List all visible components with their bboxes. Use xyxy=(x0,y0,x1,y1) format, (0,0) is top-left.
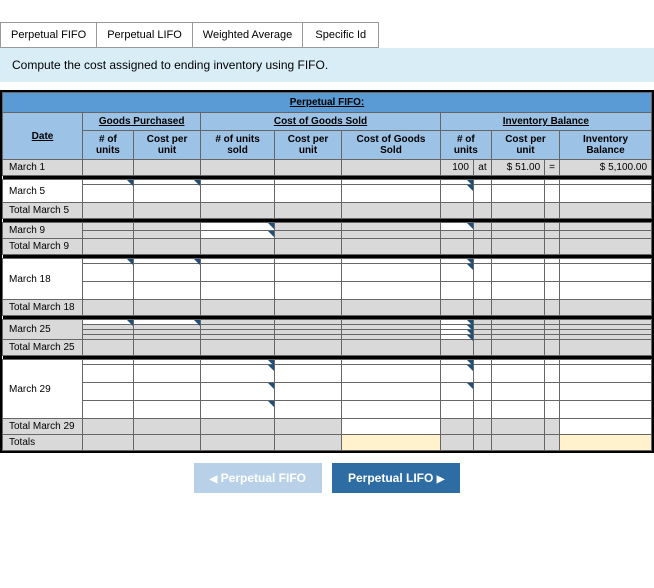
m29-s-units-input-2[interactable] xyxy=(201,365,274,383)
m9-s-units-input-2[interactable] xyxy=(201,231,274,239)
fifo-table: Perpetual FIFO: Date Goods Purchased Cos… xyxy=(0,90,654,453)
col-s-units: # of units sold xyxy=(201,131,274,160)
m9-s-units-input[interactable] xyxy=(201,223,274,231)
row-march9-date: March 9 xyxy=(3,223,83,239)
row-march25-date: March 25 xyxy=(3,320,83,340)
tab-perpetual-lifo[interactable]: Perpetual LIFO xyxy=(97,23,193,47)
col-b-total: Inventory Balance xyxy=(560,131,652,160)
prev-button[interactable]: ◀ Perpetual FIFO xyxy=(194,463,322,493)
col-s-cost: Cost per unit xyxy=(274,131,341,160)
row-total-march9: Total March 9 xyxy=(3,239,83,255)
col-group-cogs: Cost of Goods Sold xyxy=(201,113,440,131)
prev-label: Perpetual FIFO xyxy=(221,471,306,485)
row-total-march25: Total March 25 xyxy=(3,340,83,356)
m25-b-units-input-4[interactable] xyxy=(440,335,473,340)
chevron-left-icon: ◀ xyxy=(210,474,218,485)
col-p-cost: Cost per unit xyxy=(133,131,200,160)
col-p-units: # of units xyxy=(83,131,134,160)
col-b-units: # of units xyxy=(440,131,491,160)
totals-cogs xyxy=(342,435,440,451)
m29-b-units-input-3[interactable] xyxy=(440,383,473,401)
row-march1-date: March 1 xyxy=(3,160,83,176)
next-button[interactable]: Perpetual LIFO ▶ xyxy=(332,463,460,493)
tab-perpetual-fifo[interactable]: Perpetual FIFO xyxy=(1,23,97,47)
m29-b-units-input-2[interactable] xyxy=(440,365,473,383)
m29-s-units-input-4[interactable] xyxy=(201,401,274,419)
m5-p-units-input[interactable] xyxy=(83,180,134,185)
m1-bal: $ 5,100.00 xyxy=(560,160,652,176)
tab-specific-id[interactable]: Specific Id xyxy=(303,23,378,47)
row-march5-date: March 5 xyxy=(3,180,83,203)
row-total-march5: Total March 5 xyxy=(3,203,83,219)
m5-b-units-input-2[interactable] xyxy=(440,185,473,203)
instruction-text: Compute the cost assigned to ending inve… xyxy=(0,48,654,82)
col-date: Date xyxy=(3,113,83,160)
table-title: Perpetual FIFO: xyxy=(3,93,652,113)
m1-eq: = xyxy=(545,160,560,176)
m5-p-cost-input[interactable] xyxy=(133,180,200,185)
col-b-cost: Cost per unit xyxy=(491,131,559,160)
nav-buttons: ◀ Perpetual FIFO Perpetual LIFO ▶ xyxy=(0,463,654,493)
row-total-march18: Total March 18 xyxy=(3,300,83,316)
m9-b-units-input[interactable] xyxy=(440,223,473,231)
m18-p-units-input[interactable] xyxy=(83,259,134,264)
tab-bar: Perpetual FIFO Perpetual LIFO Weighted A… xyxy=(0,22,379,48)
m18-p-cost-input[interactable] xyxy=(133,259,200,264)
m18-b-units-input-2[interactable] xyxy=(440,264,473,282)
row-march29-date: March 29 xyxy=(3,360,83,419)
m25-p-units-input[interactable] xyxy=(83,320,134,325)
totals-balance xyxy=(560,435,652,451)
col-group-purchased: Goods Purchased xyxy=(83,113,201,131)
chevron-right-icon: ▶ xyxy=(437,474,445,485)
col-group-balance: Inventory Balance xyxy=(440,113,651,131)
row-totals: Totals xyxy=(3,435,83,451)
m1-units: 100 xyxy=(440,160,473,176)
row-march18-date: March 18 xyxy=(3,259,83,300)
m29-s-units-input-3[interactable] xyxy=(201,383,274,401)
col-s-total: Cost of Goods Sold xyxy=(342,131,440,160)
row-total-march29: Total March 29 xyxy=(3,419,83,435)
m1-at: at xyxy=(473,160,491,176)
m25-p-cost-input[interactable] xyxy=(133,320,200,325)
next-label: Perpetual LIFO xyxy=(348,471,433,485)
tab-weighted-average[interactable]: Weighted Average xyxy=(193,23,304,47)
m1-cost: $ 51.00 xyxy=(491,160,544,176)
